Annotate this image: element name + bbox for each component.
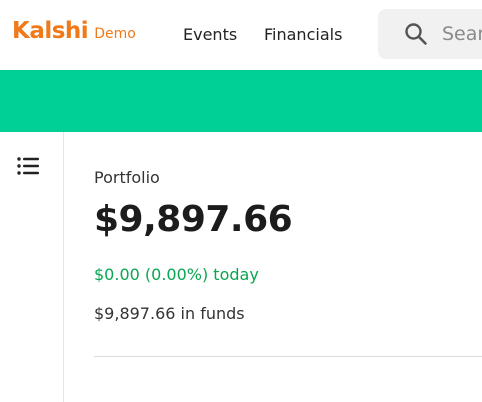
search-input[interactable] <box>442 23 482 45</box>
nav-events-link[interactable]: Events <box>183 25 237 44</box>
page: Kalshi Demo Events Financials Portfolio $… <box>0 0 482 402</box>
portfolio-value: $9,897.66 <box>94 199 293 240</box>
logo-wordmark: Kalshi <box>12 18 89 44</box>
list-icon[interactable] <box>17 157 39 175</box>
nav-financials-link[interactable]: Financials <box>264 25 342 44</box>
demo-badge: Demo <box>94 26 136 42</box>
search-box[interactable] <box>378 9 482 59</box>
section-divider <box>94 356 482 357</box>
kalshi-logo[interactable]: Kalshi Demo <box>12 18 136 44</box>
portfolio-label: Portfolio <box>94 168 160 187</box>
left-rail <box>0 132 64 402</box>
search-icon <box>405 23 427 45</box>
portfolio-funds: $9,897.66 in funds <box>94 304 245 323</box>
green-banner <box>0 70 482 132</box>
top-header: Kalshi Demo Events Financials <box>0 0 482 70</box>
portfolio-daily-change: $0.00 (0.00%) today <box>94 265 259 284</box>
